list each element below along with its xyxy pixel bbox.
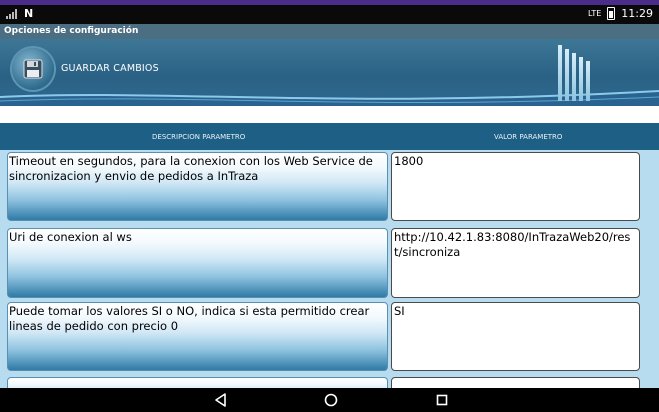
screen: N LTE 11:29 Opciones de configuración GU… xyxy=(0,0,659,412)
window-title: Opciones de configuración xyxy=(0,24,659,39)
param-description-button[interactable]: Puede tomar los valores SI o NO, indica … xyxy=(7,302,388,371)
app-header: GUARDAR CAMBIOS xyxy=(0,39,659,106)
navigation-bar xyxy=(0,388,659,412)
header-decoration-strip xyxy=(572,53,576,101)
home-circle-icon[interactable] xyxy=(323,392,339,408)
param-description-button[interactable]: Uri de conexion al ws xyxy=(7,228,388,298)
header-decoration-strip xyxy=(579,57,583,101)
save-button-label[interactable]: GUARDAR CAMBIOS xyxy=(61,63,159,74)
clock: 11:29 xyxy=(621,7,653,20)
battery-icon xyxy=(607,7,616,20)
column-header-description: DESCRIPCION PARAMETRO xyxy=(152,133,246,141)
param-description-button[interactable]: Timeout en segundos, para la conexion co… xyxy=(7,152,388,221)
network-type: LTE xyxy=(588,9,602,18)
status-right: LTE 11:29 xyxy=(588,7,653,20)
param-value-input[interactable]: 1800 xyxy=(391,152,640,221)
signal-icon xyxy=(6,8,18,19)
status-left: N xyxy=(6,7,33,20)
column-header-value: VALOR PARAMETRO xyxy=(494,133,563,141)
save-button[interactable] xyxy=(12,48,54,90)
recents-square-icon[interactable] xyxy=(434,392,450,408)
param-value-input[interactable]: SI xyxy=(391,302,640,371)
header-decoration-strip xyxy=(558,45,562,101)
floppy-disk-icon xyxy=(23,59,43,79)
status-bar: N LTE 11:29 xyxy=(0,5,659,24)
column-header: DESCRIPCION PARAMETRO VALOR PARAMETRO xyxy=(0,123,659,150)
spacer-band xyxy=(0,106,659,123)
notification-n-icon: N xyxy=(24,7,34,20)
param-value-input[interactable]: http://10.42.1.83:8080/InTrazaWeb20/rest… xyxy=(391,228,640,298)
header-decoration-strip xyxy=(586,61,590,101)
back-triangle-icon[interactable] xyxy=(213,392,229,408)
header-decoration-strip xyxy=(565,49,569,101)
